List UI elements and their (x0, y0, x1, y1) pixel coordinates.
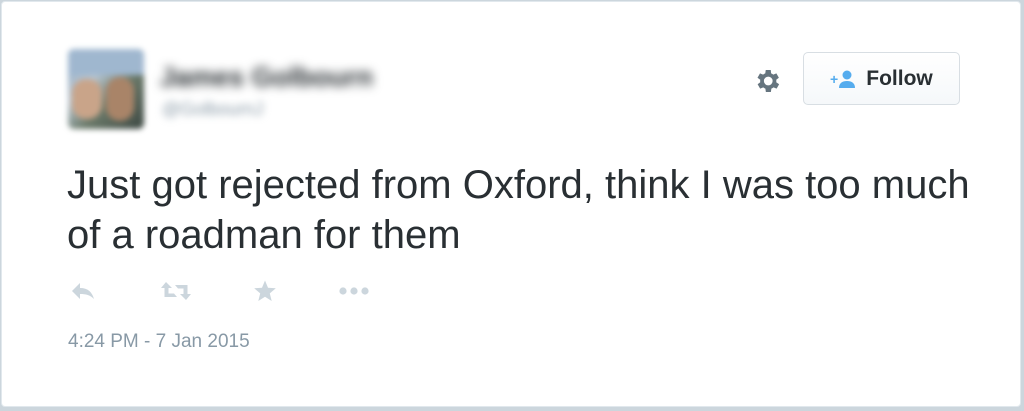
follow-button[interactable]: + Follow (803, 52, 960, 105)
star-icon[interactable] (251, 278, 279, 304)
follow-label: Follow (866, 66, 933, 90)
tweet-timestamp[interactable]: 4:24 PM - 7 Jan 2015 (68, 331, 250, 353)
avatar[interactable] (68, 49, 144, 129)
add-user-icon: + (830, 69, 856, 89)
retweet-icon[interactable] (159, 278, 193, 304)
tweet-card: James Golbourn @GolbournJ + Follow Just … (1, 1, 1021, 407)
tweet-text: Just got rejected from Oxford, think I w… (67, 163, 970, 257)
reply-icon[interactable] (68, 278, 98, 304)
more-icon[interactable] (336, 278, 372, 304)
svg-text:+: + (830, 71, 838, 87)
user-handle[interactable]: @GolbournJ (162, 99, 263, 120)
user-display-name[interactable]: James Golbourn (160, 62, 373, 93)
gear-icon[interactable] (750, 64, 784, 98)
